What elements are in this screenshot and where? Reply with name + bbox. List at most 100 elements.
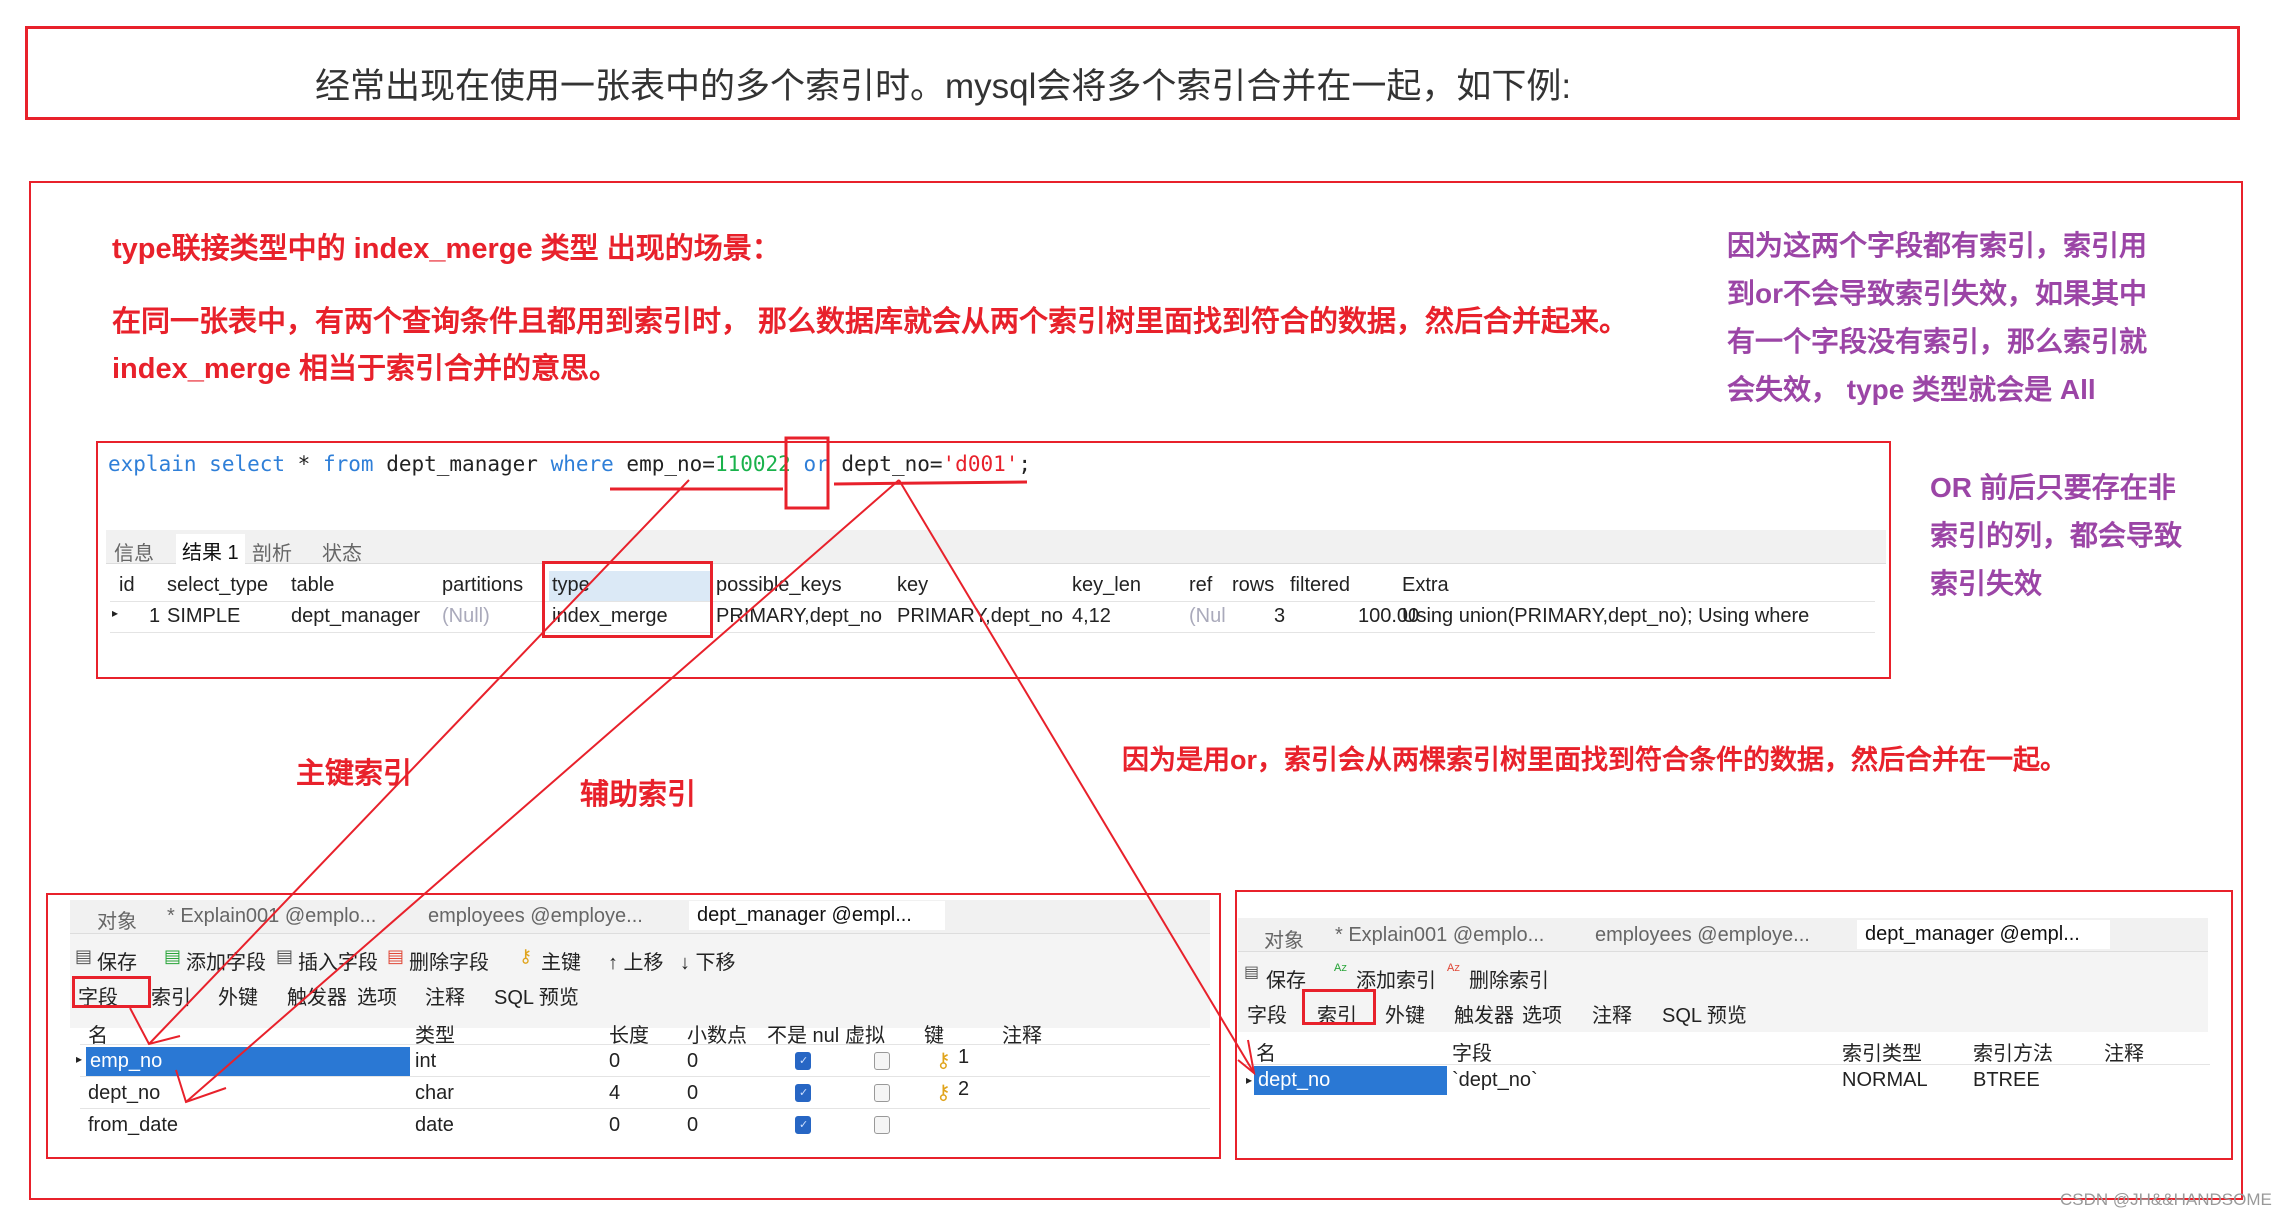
left-toolbar-2[interactable]: 插入字段 [298, 946, 378, 975]
right-subtab-2[interactable]: 外键 [1385, 999, 1425, 1028]
result-cell: SIMPLE [167, 605, 241, 627]
not-null-checkbox[interactable] [795, 1052, 811, 1070]
add-index-icon: ᴬᶻ [1334, 962, 1347, 979]
tab-status[interactable]: 状态 [322, 537, 362, 566]
heading-line-3: index_merge 相当于索引合并的意思。 [112, 353, 618, 385]
right-subtab-3[interactable]: 触发器 [1454, 999, 1514, 1028]
field-type[interactable]: int [415, 1050, 436, 1073]
left-subtab-2[interactable]: 外键 [218, 981, 258, 1010]
heading-line-1: type联接类型中的 index_merge 类型 出现的场景： [112, 233, 781, 265]
key-icon: ⚷ [936, 1082, 951, 1104]
left-tab-dept-manager[interactable]: dept_manager @empl... [689, 901, 945, 930]
type-highlight-box [542, 561, 713, 638]
val2: 'd001' [942, 452, 1019, 476]
left-tab-objects[interactable]: 对象 [97, 905, 137, 934]
save-icon: ▤ [1244, 964, 1260, 981]
result-col-select-type: select_type [167, 574, 269, 596]
annotation-primary-index: 主键索引 [296, 758, 413, 790]
field-key-order: 1 [958, 1046, 970, 1068]
row-divider [80, 1076, 1210, 1077]
result-col-Extra: Extra [1402, 574, 1449, 596]
star: * [285, 452, 323, 476]
sql-query[interactable]: explain select * from dept_manager where… [108, 452, 1031, 476]
right-tab-explain[interactable]: * Explain001 @emplo... [1335, 924, 1544, 947]
tab-info[interactable]: 信息 [114, 537, 154, 566]
kw-where: where [550, 452, 614, 476]
left-toolbar-3[interactable]: 删除字段 [409, 946, 489, 975]
field-type[interactable]: char [415, 1082, 454, 1105]
result-col-filtered: filtered [1290, 574, 1351, 596]
not-null-checkbox[interactable] [795, 1116, 811, 1134]
field-length[interactable]: 4 [609, 1082, 620, 1105]
key-icon: ⚷ [936, 1050, 951, 1072]
index-name-selected[interactable]: dept_no [1254, 1066, 1447, 1095]
add-field-icon: ▤ [164, 946, 182, 966]
left-tab-explain[interactable]: * Explain001 @emplo... [167, 905, 376, 928]
index-cell[interactable]: `dept_no` [1452, 1069, 1538, 1092]
index-tab-highlight [1302, 989, 1376, 1025]
right-subtab-5[interactable]: 注释 [1592, 999, 1632, 1028]
left-tab-employees[interactable]: employees @employe... [428, 905, 643, 928]
left-subtab-1[interactable]: 索引 [151, 981, 191, 1010]
or-note-2: 索引的列，都会导致 [1930, 520, 2183, 551]
annotation-secondary-index: 辅助索引 [580, 779, 697, 811]
right-subtab-0[interactable]: 字段 [1247, 999, 1287, 1028]
left-subtab-4[interactable]: 选项 [357, 981, 397, 1010]
side-note-3: 有一个字段没有索引，那么索引就 [1727, 326, 2148, 357]
right-tab-dept-manager[interactable]: dept_manager @empl... [1857, 920, 2110, 949]
right-tab-objects[interactable]: 对象 [1264, 924, 1304, 953]
field-length[interactable]: 0 [609, 1114, 620, 1137]
tab-profile[interactable]: 剖析 [252, 537, 292, 566]
result-cell: dept_manager [291, 605, 420, 627]
not-null-checkbox[interactable] [795, 1084, 811, 1102]
left-toolbar-0[interactable]: 保存 [97, 946, 137, 975]
field-decimals[interactable]: 0 [687, 1082, 698, 1105]
or-note-3: 索引失效 [1930, 568, 2043, 599]
index-col-header: 名 [1256, 1043, 1276, 1065]
result-col-partitions: partitions [442, 574, 524, 596]
field-length[interactable]: 0 [609, 1050, 620, 1073]
left-subtab-3[interactable]: 触发器 [287, 981, 347, 1010]
delete-field-icon: ▤ [387, 946, 405, 966]
index-cell[interactable]: NORMAL [1842, 1069, 1928, 1092]
col2: dept_no= [841, 452, 943, 476]
right-toolbar-2[interactable]: 删除索引 [1469, 964, 1549, 993]
left-toolbar-1[interactable]: 添加字段 [186, 946, 266, 975]
tab-result-1[interactable]: 结果 1 [176, 534, 245, 567]
field-decimals[interactable]: 0 [687, 1114, 698, 1137]
left-toolbar-4[interactable]: 主键 [541, 946, 581, 975]
result-col-rows: rows [1232, 574, 1275, 596]
virtual-checkbox[interactable] [874, 1052, 890, 1070]
left-toolbar-6[interactable]: ↓ 下移 [680, 946, 736, 975]
field-name[interactable]: dept_no [88, 1082, 160, 1105]
row-pointer-icon: ▸ [1246, 1073, 1253, 1087]
right-subtab-4[interactable]: 选项 [1522, 999, 1562, 1028]
left-subtab-5[interactable]: 注释 [425, 981, 465, 1010]
result-cell: Using union(PRIMARY,dept_no); Using wher… [1402, 605, 1810, 627]
row-pointer-icon: ▸ [76, 1052, 83, 1066]
result-tabs [106, 530, 1886, 564]
right-subtab-6[interactable]: SQL 预览 [1662, 999, 1747, 1028]
field-decimals[interactable]: 0 [687, 1050, 698, 1073]
left-subtab-6[interactable]: SQL 预览 [494, 981, 579, 1010]
result-col-key-len: key_len [1072, 574, 1141, 596]
right-toolbar-0[interactable]: 保存 [1266, 964, 1306, 993]
result-divider-2 [110, 632, 1875, 633]
virtual-checkbox[interactable] [874, 1084, 890, 1102]
heading-line-2: 在同一张表中，有两个查询条件且都用到索引时， 那么数据库就会从两个索引树里面找到… [112, 306, 1629, 338]
result-cell: PRIMARY,dept_no [897, 605, 1064, 627]
row-divider [80, 1108, 1210, 1109]
field-type[interactable]: date [415, 1114, 454, 1137]
virtual-checkbox[interactable] [874, 1116, 890, 1134]
field-key-order: 2 [958, 1078, 970, 1100]
field-name[interactable]: from_date [88, 1114, 178, 1137]
field-name-selected[interactable]: emp_no [86, 1047, 410, 1076]
result-cell: PRIMARY,dept_no [716, 605, 883, 627]
right-tab-employees[interactable]: employees @employe... [1595, 924, 1810, 947]
index-col-header: 注释 [2104, 1043, 2144, 1065]
left-toolbar-5[interactable]: ↑ 上移 [608, 946, 664, 975]
kw-explain: explain [108, 452, 197, 476]
index-col-header: 字段 [1452, 1043, 1492, 1065]
result-col-key: key [897, 574, 929, 596]
index-cell[interactable]: BTREE [1973, 1069, 2040, 1092]
